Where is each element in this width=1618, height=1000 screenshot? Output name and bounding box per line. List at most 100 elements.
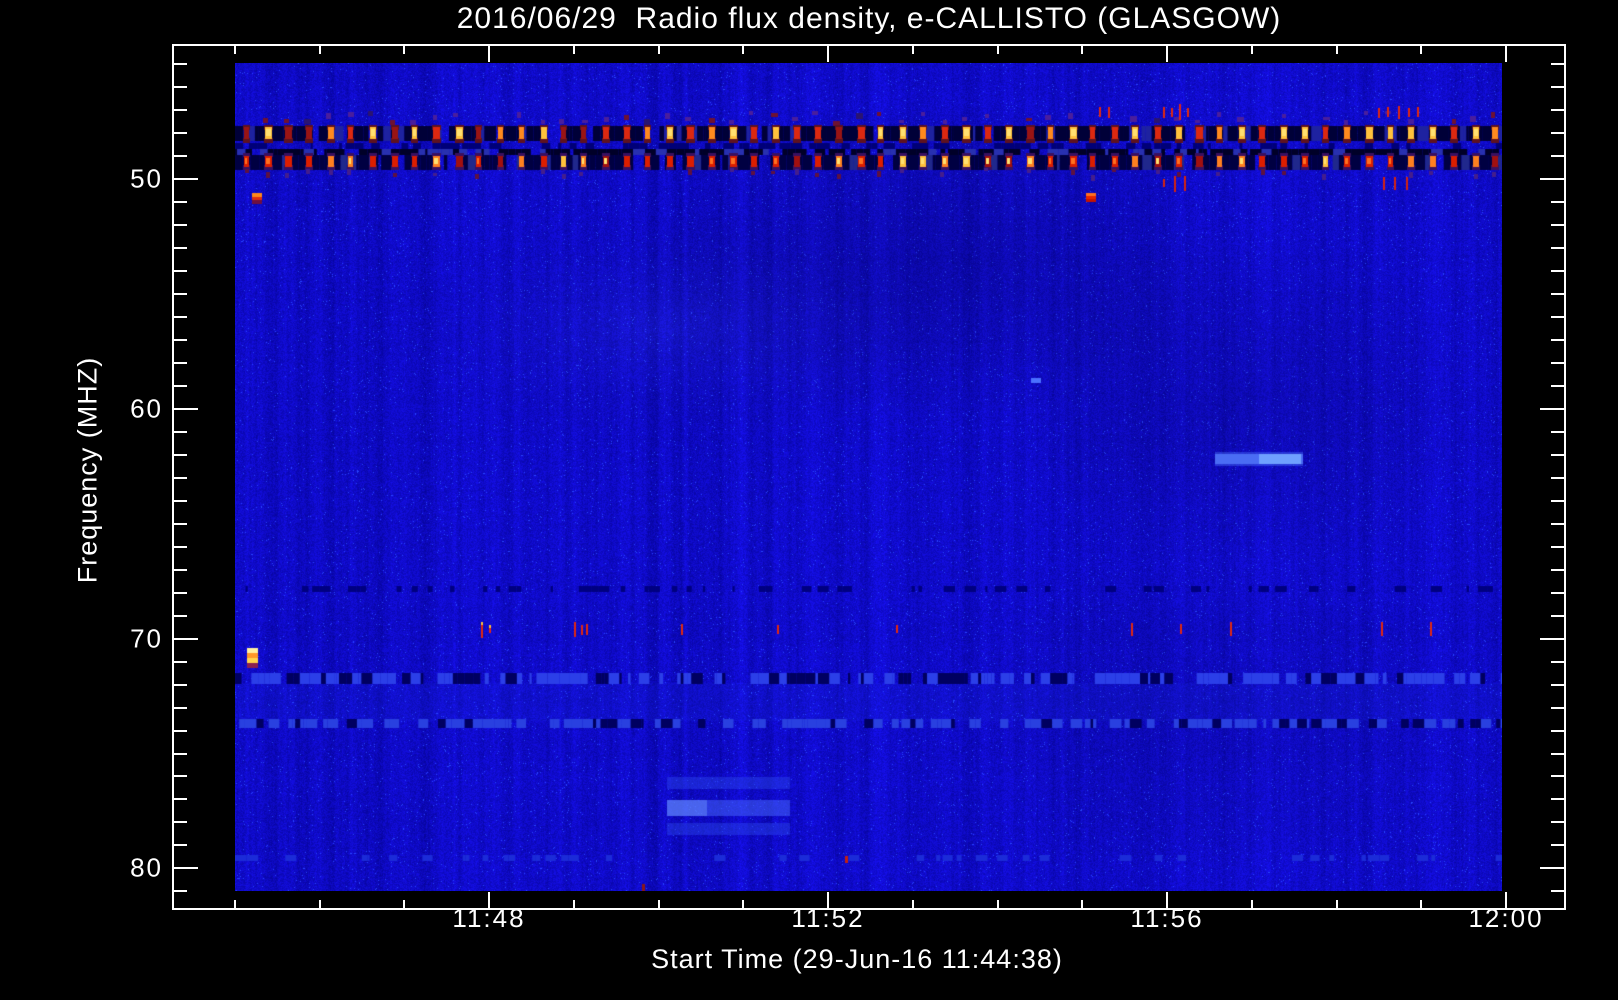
y-minor-tick-right: [1551, 63, 1564, 65]
plot-frame: [172, 44, 1566, 910]
x-minor-tick: [912, 900, 914, 908]
y-minor-tick: [174, 201, 187, 203]
y-minor-tick: [174, 753, 187, 755]
y-minor-tick-right: [1551, 431, 1564, 433]
y-minor-tick-right: [1551, 86, 1564, 88]
x-major-tick-top: [488, 46, 490, 62]
y-minor-tick: [174, 684, 187, 686]
y-major-tick-right: [1540, 408, 1564, 410]
x-minor-tick: [1081, 900, 1083, 908]
y-minor-tick-right: [1551, 500, 1564, 502]
y-minor-tick-right: [1551, 316, 1564, 318]
y-minor-tick: [174, 224, 187, 226]
y-minor-tick-right: [1551, 546, 1564, 548]
y-minor-tick-right: [1551, 615, 1564, 617]
y-minor-tick-right: [1551, 844, 1564, 846]
y-minor-tick: [174, 477, 187, 479]
y-minor-tick: [174, 86, 187, 88]
y-minor-tick: [174, 132, 187, 134]
y-minor-tick: [174, 109, 187, 111]
x-minor-tick: [1336, 900, 1338, 908]
y-minor-tick-right: [1551, 661, 1564, 663]
y-minor-tick: [174, 798, 187, 800]
y-minor-tick: [174, 339, 187, 341]
y-minor-tick: [174, 707, 187, 709]
plot-title: 2016/06/29 Radio flux density, e-CALLIST…: [456, 2, 1282, 35]
y-minor-tick-right: [1551, 362, 1564, 364]
x-minor-tick-top: [1251, 46, 1253, 54]
y-minor-tick-right: [1551, 155, 1564, 157]
y-major-tick: [174, 178, 198, 180]
y-minor-tick: [174, 270, 187, 272]
x-minor-tick: [742, 900, 744, 908]
y-minor-tick: [174, 775, 187, 777]
y-minor-tick: [174, 454, 187, 456]
x-minor-tick-top: [658, 46, 660, 54]
y-minor-tick: [174, 316, 187, 318]
x-tick-label: 11:52: [791, 903, 865, 933]
x-minor-tick-top: [403, 46, 405, 54]
y-minor-tick-right: [1551, 270, 1564, 272]
y-minor-tick: [174, 247, 187, 249]
x-axis-title: Start Time (29-Jun-16 11:44:38): [651, 944, 1063, 974]
y-minor-tick-right: [1551, 201, 1564, 203]
y-minor-tick: [174, 592, 187, 594]
y-minor-tick-right: [1551, 798, 1564, 800]
y-minor-tick-right: [1551, 775, 1564, 777]
x-minor-tick-top: [573, 46, 575, 54]
x-minor-tick-top: [1081, 46, 1083, 54]
y-minor-tick-right: [1551, 890, 1564, 892]
y-minor-tick: [174, 523, 187, 525]
y-minor-tick: [174, 293, 187, 295]
y-minor-tick: [174, 569, 187, 571]
y-minor-tick-right: [1551, 592, 1564, 594]
y-minor-tick-right: [1551, 247, 1564, 249]
x-minor-tick: [234, 900, 236, 908]
y-minor-tick-right: [1551, 293, 1564, 295]
y-minor-tick: [174, 661, 187, 663]
y-minor-tick-right: [1551, 569, 1564, 571]
x-minor-tick: [658, 900, 660, 908]
x-minor-tick: [319, 900, 321, 908]
y-tick-label: 60: [130, 393, 163, 424]
x-minor-tick: [997, 900, 999, 908]
x-minor-tick: [573, 900, 575, 908]
y-major-tick: [174, 638, 198, 640]
y-minor-tick: [174, 362, 187, 364]
x-minor-tick-top: [742, 46, 744, 54]
x-minor-tick-top: [1336, 46, 1338, 54]
y-minor-tick-right: [1551, 523, 1564, 525]
x-minor-tick-top: [234, 46, 236, 54]
x-minor-tick-top: [997, 46, 999, 54]
y-minor-tick: [174, 431, 187, 433]
y-minor-tick-right: [1551, 753, 1564, 755]
x-minor-tick: [1420, 900, 1422, 908]
x-major-tick-top: [1505, 46, 1507, 62]
y-minor-tick: [174, 730, 187, 732]
y-tick-label: 80: [130, 852, 163, 883]
x-minor-tick: [1251, 900, 1253, 908]
y-minor-tick: [174, 844, 187, 846]
x-tick-label: 11:56: [1130, 903, 1204, 933]
y-minor-tick: [174, 821, 187, 823]
y-minor-tick: [174, 63, 187, 65]
y-minor-tick-right: [1551, 821, 1564, 823]
y-minor-tick: [174, 546, 187, 548]
y-major-tick: [174, 867, 198, 869]
x-major-tick-top: [827, 46, 829, 62]
y-minor-tick: [174, 385, 187, 387]
y-major-tick: [174, 408, 198, 410]
y-minor-tick-right: [1551, 707, 1564, 709]
y-minor-tick-right: [1551, 454, 1564, 456]
y-tick-label: 50: [130, 163, 163, 194]
y-minor-tick-right: [1551, 224, 1564, 226]
y-minor-tick-right: [1551, 684, 1564, 686]
x-tick-label: 12:00: [1468, 903, 1544, 933]
y-major-tick-right: [1540, 867, 1564, 869]
x-minor-tick-top: [1420, 46, 1422, 54]
y-minor-tick: [174, 890, 187, 892]
x-minor-tick-top: [319, 46, 321, 54]
x-minor-tick: [403, 900, 405, 908]
y-minor-tick: [174, 155, 187, 157]
y-axis-title: Frequency (MHZ): [72, 356, 103, 584]
